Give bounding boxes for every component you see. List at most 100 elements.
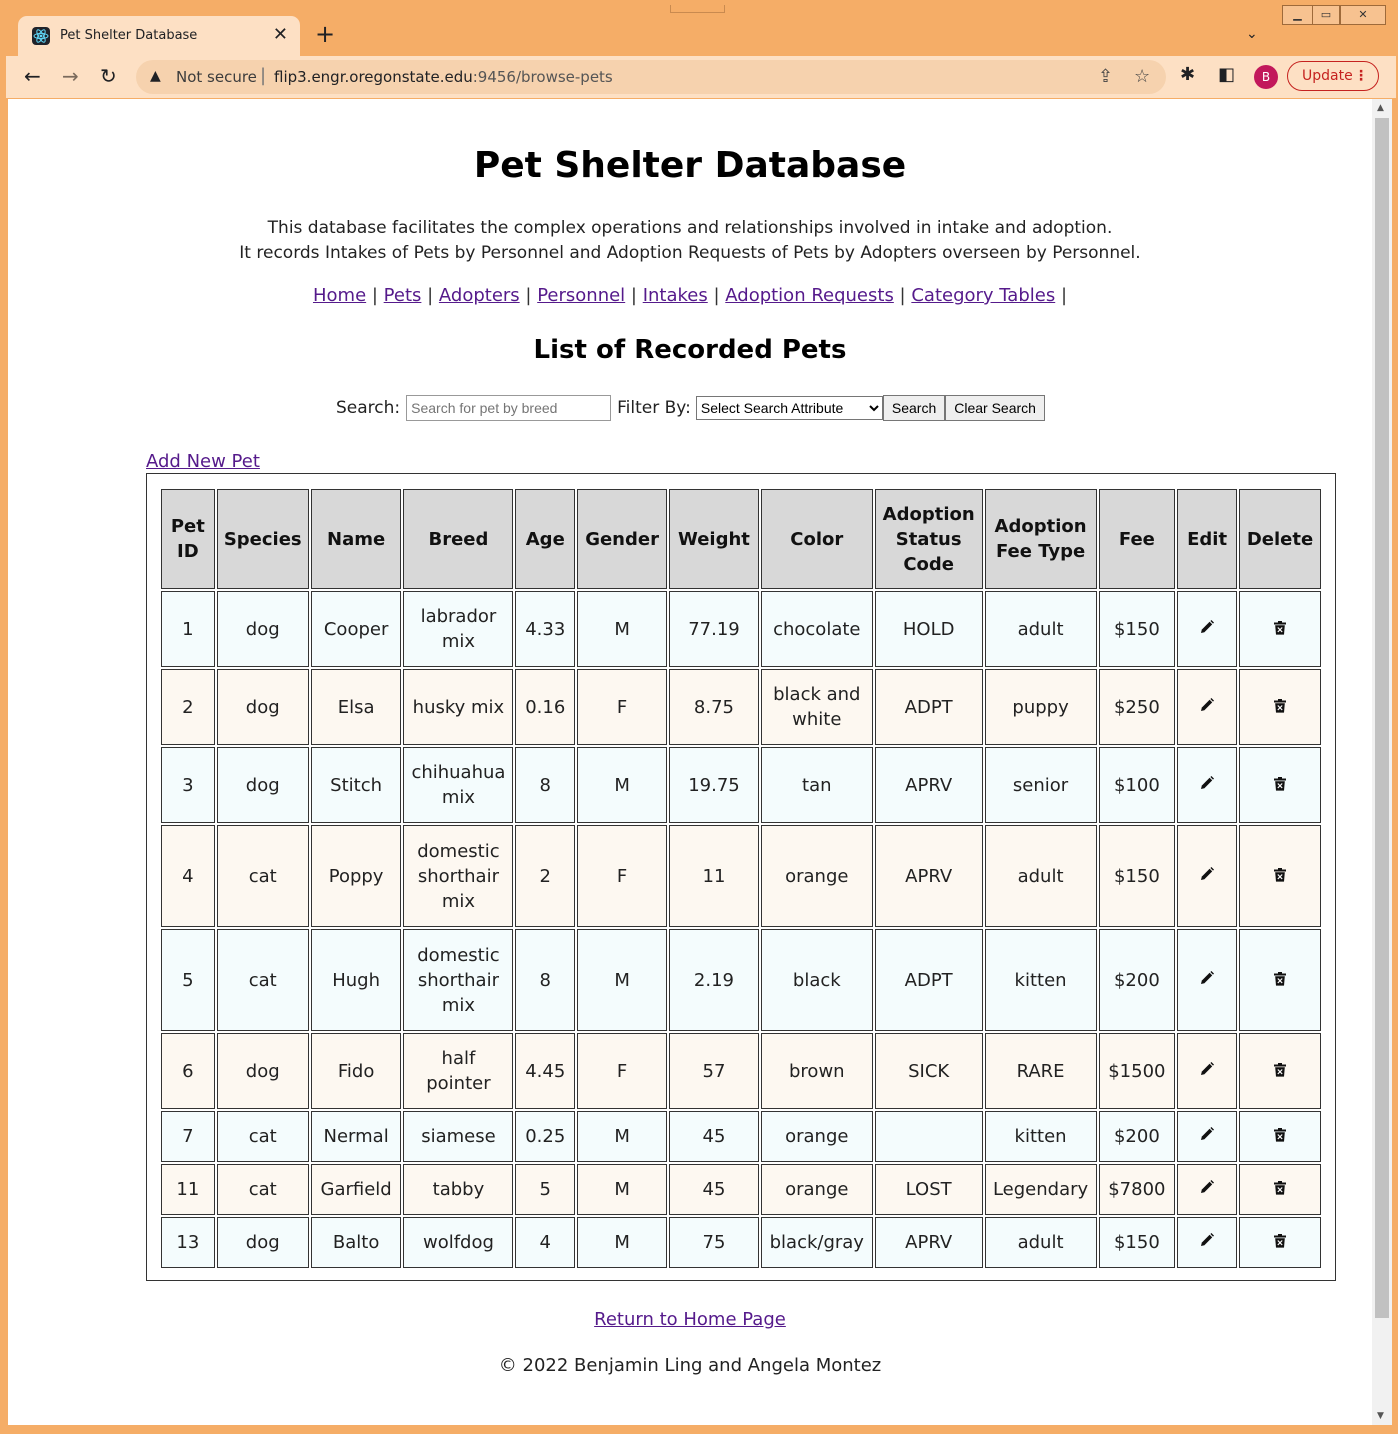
trash-icon[interactable] [1273,1177,1286,1202]
cell-color: black and white [760,669,873,745]
nav-link-intakes[interactable]: Intakes [643,285,708,306]
cell-color: brown [760,1033,873,1109]
close-tab-icon[interactable]: ✕ [273,24,288,45]
add-new-pet-link[interactable]: Add New Pet [146,451,260,472]
pencil-icon[interactable] [1199,617,1215,642]
cell-color: tan [760,747,873,823]
cell-delete [1238,929,1321,1031]
new-tab-icon[interactable]: + [315,20,335,48]
cell-breed: wolfdog [403,1217,514,1268]
cell-delete [1238,747,1321,823]
pencil-icon[interactable] [1199,864,1215,889]
nav-link-pets[interactable]: Pets [384,285,422,306]
cell-delete [1238,591,1321,667]
cell-name: Poppy [310,825,402,927]
extensions-puzzle-icon[interactable]: ✱ [1180,64,1195,85]
side-panel-icon[interactable]: ◧ [1218,64,1235,85]
scroll-down-arrow-icon[interactable]: ▼ [1377,1411,1384,1421]
nav-link-category-tables[interactable]: Category Tables [911,285,1055,306]
cell-status-code: HOLD [874,591,983,667]
pencil-icon[interactable] [1199,1230,1215,1255]
cell-weight: 57 [669,1033,759,1109]
header-edit: Edit [1177,489,1237,589]
forward-arrow-icon[interactable]: → [62,64,79,88]
url-text[interactable]: flip3.engr.oregonstate.edu:9456/browse-p… [274,68,613,86]
pencil-icon[interactable] [1199,968,1215,993]
maximize-icon[interactable]: ▭ [1312,5,1340,25]
search-button[interactable]: Search [882,395,946,421]
cell-edit [1177,929,1237,1031]
pencil-icon[interactable] [1199,773,1215,798]
window-close-icon[interactable]: ✕ [1340,5,1386,25]
share-icon[interactable]: ⇪ [1098,66,1113,87]
clear-search-button[interactable]: Clear Search [945,395,1045,421]
bookmark-star-icon[interactable]: ☆ [1134,66,1150,87]
update-button[interactable]: Update ⋮ [1287,61,1379,91]
nav-link-home[interactable]: Home [313,285,366,306]
cell-species: dog [216,1217,309,1268]
trash-icon[interactable] [1273,773,1286,798]
cell-age: 2 [515,825,576,927]
cell-gender: F [577,1033,668,1109]
return-home-link[interactable]: Return to Home Page [594,1309,786,1330]
trash-icon[interactable] [1273,1059,1286,1084]
address-bar[interactable]: ▲ Not secure | flip3.engr.oregonstate.ed… [136,60,1166,94]
cell-edit [1177,591,1237,667]
header-species: Species [216,489,309,589]
trash-icon[interactable] [1273,864,1286,889]
profile-avatar[interactable]: B [1254,65,1278,89]
table-row: 11 cat Garfield tabby 5 M 45 orange LOST Legendar… [161,1164,1321,1215]
cell-species: cat [216,825,309,927]
back-arrow-icon[interactable]: ← [24,64,41,88]
trash-icon[interactable] [1273,1124,1286,1149]
search-input[interactable] [406,395,612,421]
trash-icon[interactable] [1273,617,1286,642]
description-line-2: It records Intakes of Pets by Personnel … [239,243,1141,263]
cell-fee-type: kitten [984,929,1097,1031]
cell-breed: labrador mix [403,591,514,667]
cell-name: Elsa [310,669,402,745]
scrollbar-thumb[interactable] [1375,118,1389,1318]
pencil-icon[interactable] [1199,1177,1215,1202]
trash-icon[interactable] [1273,968,1286,993]
filter-label: Filter By: [617,398,691,418]
table-row: 5 cat Hugh domestic shorthair mix 8 M 2.19 blac… [161,929,1321,1031]
header-adoption-status-code: Adoption Status Code [874,489,983,589]
nav-link-adoption-requests[interactable]: Adoption Requests [725,285,894,306]
cell-age: 8 [515,929,576,1031]
cell-age: 0.25 [515,1111,576,1162]
cell-age: 4 [515,1217,576,1268]
nav-link-adopters[interactable]: Adopters [439,285,520,306]
pencil-icon[interactable] [1199,695,1215,720]
cell-species: dog [216,591,309,667]
table-row: 7 cat Nermal siamese 0.25 M 45 orange kitten $200 [161,1111,1321,1162]
filter-select[interactable]: Select Search Attribute [695,396,883,420]
cell-name: Nermal [310,1111,402,1162]
table-row: 1 dog Cooper labrador mix 4.33 M 77.19 chocolat… [161,591,1321,667]
tab-search-chevron-icon[interactable]: ⌄ [1246,26,1258,42]
cell-fee: $200 [1098,929,1176,1031]
minimize-icon[interactable]: ▁ [1282,5,1313,25]
cell-fee: $150 [1098,591,1176,667]
cell-color: orange [760,1164,873,1215]
cell-delete [1238,1217,1321,1268]
cell-gender: M [577,929,668,1031]
nav-link-personnel[interactable]: Personnel [537,285,625,306]
pencil-icon[interactable] [1199,1124,1215,1149]
pets-table-body: 1 dog Cooper labrador mix 4.33 M 77.19 chocolat… [161,591,1321,1268]
cell-age: 4.33 [515,591,576,667]
cell-edit [1177,747,1237,823]
page-scrollbar[interactable]: ▲ ▼ [1372,99,1392,1425]
cell-pet-id: 6 [161,1033,215,1109]
scroll-up-arrow-icon[interactable]: ▲ [1377,103,1384,113]
reload-icon[interactable]: ↻ [100,64,117,88]
cell-species: cat [216,1111,309,1162]
cell-edit [1177,1111,1237,1162]
more-menu-icon[interactable]: ⋮ [1354,62,1368,90]
trash-icon[interactable] [1273,1230,1286,1255]
trash-icon[interactable] [1273,695,1286,720]
browser-tab[interactable]: Pet Shelter Database ✕ [18,16,300,56]
table-row: 2 dog Elsa husky mix 0.16 F 8.75 black and whit… [161,669,1321,745]
page-viewport: Pet Shelter Database This database facil… [8,99,1372,1425]
pencil-icon[interactable] [1199,1059,1215,1084]
